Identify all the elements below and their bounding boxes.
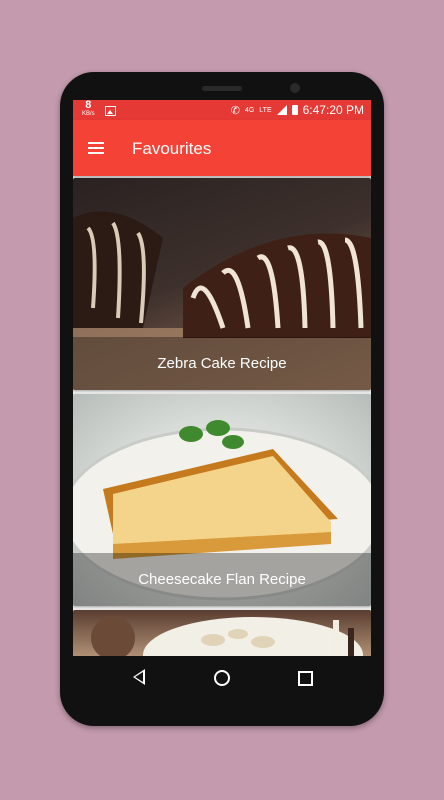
page-title: Favourites: [132, 139, 212, 158]
home-icon[interactable]: [214, 670, 230, 686]
network-speed-unit: KB/s: [82, 111, 95, 117]
image-notification-icon: [104, 106, 116, 116]
signal-icon: [276, 105, 287, 115]
status-bar: 8 KB/s ✆ 4G LTE 6:47:20 PM: [73, 100, 371, 120]
recipe-card-partial[interactable]: [73, 610, 371, 656]
phone-frame: 8 KB/s ✆ 4G LTE 6:47:20 PM Favourites Ze…: [60, 72, 384, 726]
recipe-card-cheesecake-flan[interactable]: Cheesecake Flan Recipe: [73, 394, 371, 606]
screen: 8 KB/s ✆ 4G LTE 6:47:20 PM Favourites Ze…: [73, 100, 371, 656]
phone-speaker: [202, 86, 242, 91]
phone-camera: [290, 83, 300, 93]
phone-icon: ✆: [230, 104, 240, 117]
battery-icon: [291, 105, 298, 115]
recipe-card-zebra-cake[interactable]: Zebra Cake Recipe: [73, 178, 371, 390]
recipe-caption: Cheesecake Flan Recipe: [73, 553, 371, 606]
recent-apps-icon[interactable]: [298, 671, 313, 686]
app-bar: Favourites: [73, 120, 371, 176]
network-4g-label: 4G: [244, 106, 255, 114]
clock: 6:47:20 PM: [302, 103, 364, 117]
recipe-image-partial: [91, 616, 363, 656]
back-icon[interactable]: [133, 669, 145, 685]
hamburger-menu-icon[interactable]: [88, 142, 104, 155]
navigation-bar: [60, 656, 384, 706]
network-lte-label: LTE: [259, 106, 272, 114]
recipe-caption: Zebra Cake Recipe: [73, 337, 371, 390]
network-speed-value: 8: [85, 100, 92, 111]
network-speed: 8 KB/s: [82, 100, 95, 119]
